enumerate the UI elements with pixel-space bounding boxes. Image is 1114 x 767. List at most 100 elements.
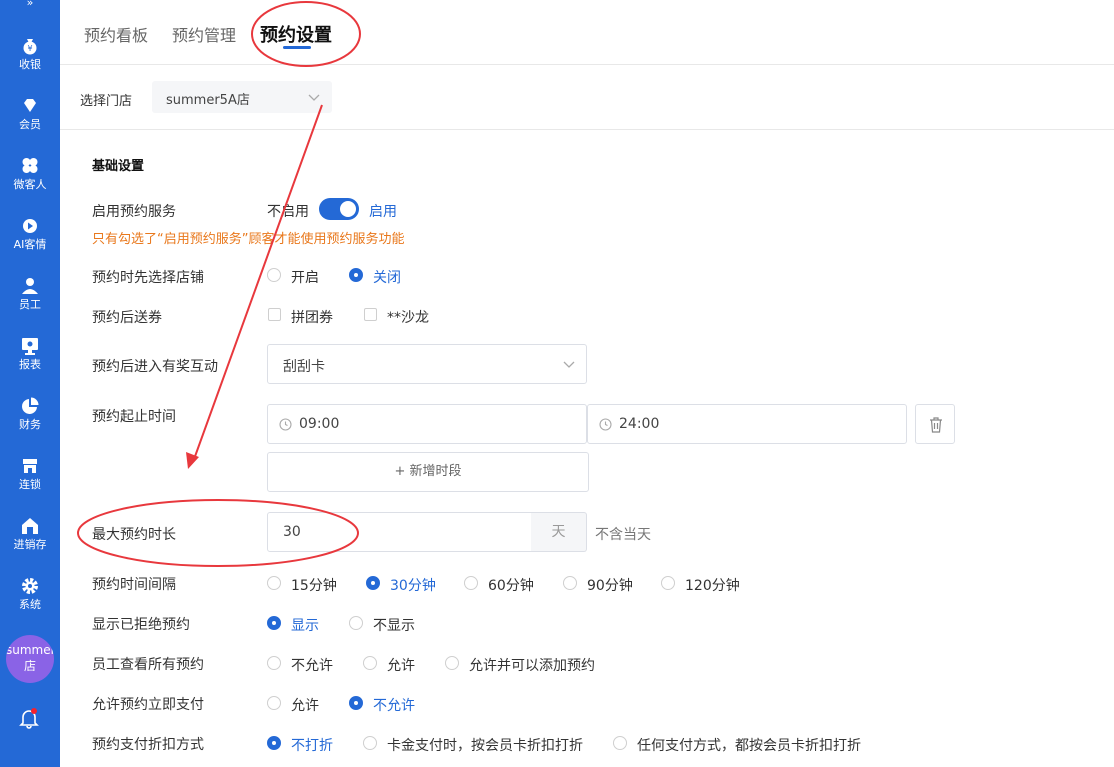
- chevron-down-icon: [563, 361, 575, 368]
- enable-service-hint: 只有勾选了“启用预约服务”顾客才能使用预约服务功能: [92, 232, 405, 247]
- toggle-knob: [340, 201, 356, 217]
- checkbox-group-coupon[interactable]: [268, 308, 281, 321]
- sidebar-item-label: 财务: [19, 418, 41, 431]
- time-range-label: 预约起止时间: [92, 409, 176, 425]
- sidebar-item-label: 进销存: [13, 538, 47, 551]
- radio-interval-60[interactable]: [464, 576, 478, 590]
- option-label: 30分钟: [390, 578, 436, 594]
- person-icon: [22, 278, 38, 294]
- enable-service-toggle[interactable]: [319, 198, 359, 220]
- sidebar-item-label: 连锁: [19, 478, 41, 491]
- enable-off-text: 不启用: [267, 204, 309, 220]
- sidebar-item-member[interactable]: 会员: [0, 96, 60, 146]
- pie-chart-icon: [22, 397, 39, 414]
- interaction-select-value: 刮刮卡: [283, 359, 325, 375]
- add-time-slot-button[interactable]: + 新增时段: [267, 452, 589, 492]
- active-tab-indicator: [283, 46, 311, 49]
- radio-show-rejected-yes[interactable]: [267, 616, 281, 630]
- staff-view-label: 员工查看所有预约: [92, 657, 204, 673]
- diamond-icon: [24, 99, 36, 112]
- pay-immediately-label: 允许预约立即支付: [92, 697, 204, 713]
- radio-pay-allow[interactable]: [267, 696, 281, 710]
- store-label: 选择门店: [80, 94, 133, 109]
- sidebar-item-label: 会员: [19, 118, 41, 131]
- sidebar-item-cashier[interactable]: ¥ 收银: [0, 36, 60, 86]
- sidebar-item-label: AI客情: [13, 238, 47, 251]
- sidebar-item-report[interactable]: 报表: [0, 336, 60, 386]
- clock-icon: [599, 418, 612, 431]
- radio-pay-deny[interactable]: [349, 696, 363, 710]
- option-label: 允许: [387, 658, 415, 674]
- radio-discount-any[interactable]: [613, 736, 627, 750]
- annotation-arrowhead: [186, 452, 199, 469]
- sidebar-item-label: 系统: [19, 598, 41, 611]
- radio-interval-120[interactable]: [661, 576, 675, 590]
- clock-icon: [279, 418, 292, 431]
- sidebar-item-chain[interactable]: 连锁: [0, 456, 60, 506]
- send-coupon-label: 预约后送券: [92, 310, 162, 326]
- tab-management[interactable]: 预约管理: [172, 22, 236, 46]
- trash-icon: [930, 417, 942, 433]
- radio-discount-none[interactable]: [267, 736, 281, 750]
- gear-icon: [22, 578, 38, 594]
- radio-staff-view-deny[interactable]: [267, 656, 281, 670]
- warehouse-icon: [22, 518, 38, 534]
- option-label: 关闭: [373, 270, 401, 286]
- clover-icon: [22, 158, 38, 173]
- delete-time-button[interactable]: [915, 404, 955, 444]
- start-time-input[interactable]: 09:00: [267, 404, 587, 444]
- play-circle-icon: [23, 219, 37, 233]
- max-days-value: 30: [283, 524, 301, 540]
- sidebar-item-label: 员工: [19, 298, 41, 311]
- tab-settings[interactable]: 预约设置: [260, 21, 332, 47]
- end-time-value: 24:00: [619, 416, 660, 432]
- choose-store-label: 预约时先选择店铺: [92, 270, 204, 286]
- interaction-select[interactable]: 刮刮卡: [267, 344, 587, 384]
- option-label: 卡金支付时，按会员卡折扣打折: [387, 738, 583, 754]
- max-days-input[interactable]: 30: [267, 512, 532, 552]
- option-label: 不允许: [373, 698, 415, 714]
- discount-label: 预约支付折扣方式: [92, 737, 204, 753]
- option-label: 允许: [291, 698, 319, 714]
- max-days-note: 不含当天: [595, 527, 651, 543]
- radio-interval-30[interactable]: [366, 576, 380, 590]
- radio-interval-15[interactable]: [267, 576, 281, 590]
- option-label: 开启: [291, 270, 319, 286]
- bell-icon[interactable]: [17, 706, 41, 730]
- option-label: 拼团券: [291, 310, 333, 326]
- end-time-input[interactable]: 24:00: [587, 404, 907, 444]
- option-label: 不允许: [291, 658, 333, 674]
- option-label: 允许并可以添加预约: [469, 658, 595, 674]
- sidebar-item-inventory[interactable]: 进销存: [0, 516, 60, 566]
- sidebar-item-staff[interactable]: 员工: [0, 276, 60, 326]
- option-label: 任何支付方式，都按会员卡折扣打折: [637, 738, 861, 754]
- radio-show-rejected-no[interactable]: [349, 616, 363, 630]
- radio-staff-view-allow-add[interactable]: [445, 656, 459, 670]
- option-label: 90分钟: [587, 578, 633, 594]
- avatar[interactable]: summer5A店: [6, 635, 54, 683]
- tab-dashboard[interactable]: 预约看板: [84, 22, 148, 46]
- sidebar-item-system[interactable]: 系统: [0, 576, 60, 626]
- radio-staff-view-allow[interactable]: [363, 656, 377, 670]
- checkbox-salon[interactable]: [364, 308, 377, 321]
- radio-choose-store-off[interactable]: [349, 268, 363, 282]
- option-label: **沙龙: [387, 310, 429, 326]
- sidebar-item-label: 报表: [19, 358, 41, 371]
- monitor-icon: [22, 338, 38, 355]
- sidebar-item-label: 收银: [19, 58, 41, 71]
- radio-interval-90[interactable]: [563, 576, 577, 590]
- collapse-button[interactable]: »: [0, 0, 60, 10]
- sidebar-item-ai[interactable]: AI客情: [0, 216, 60, 266]
- option-label: 60分钟: [488, 578, 534, 594]
- sidebar-item-guest[interactable]: 微客人: [0, 156, 60, 206]
- interaction-label: 预约后进入有奖互动: [92, 359, 218, 375]
- storefront-icon: [23, 459, 37, 473]
- money-bag-icon: ¥: [23, 39, 37, 55]
- sidebar-item-finance[interactable]: 财务: [0, 396, 60, 446]
- radio-choose-store-on[interactable]: [267, 268, 281, 282]
- max-days-label: 最大预约时长: [92, 527, 176, 543]
- radio-discount-card[interactable]: [363, 736, 377, 750]
- sidebar: » ¥ 收银 会员 微客人 AI客情 员工 报表 财务 连锁 进销存 系统 su…: [0, 0, 60, 767]
- store-select[interactable]: summer5A店: [152, 81, 332, 113]
- option-label: 显示: [291, 618, 319, 634]
